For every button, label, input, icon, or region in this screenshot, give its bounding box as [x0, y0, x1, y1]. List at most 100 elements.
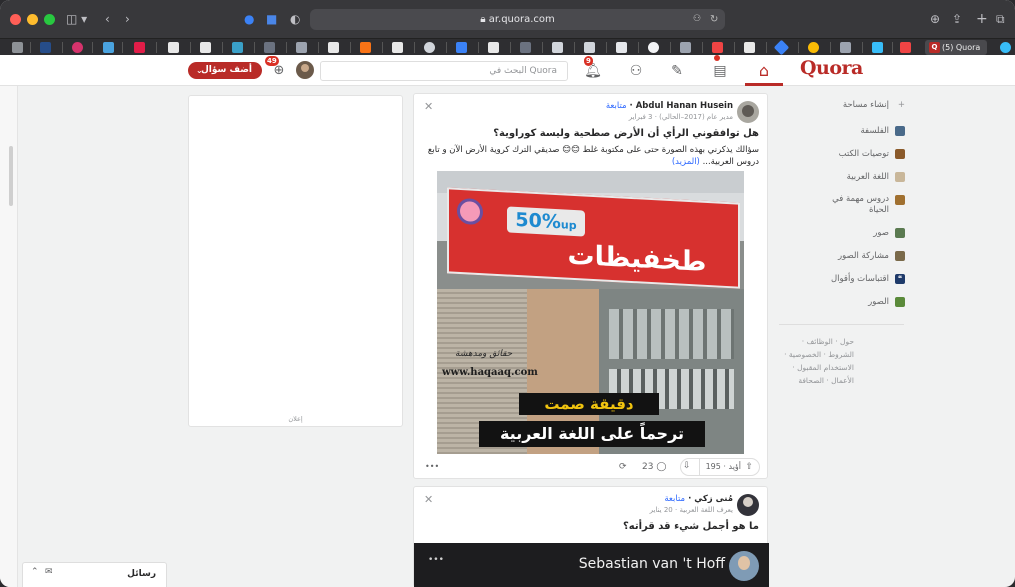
translate-icon[interactable]: ⚇	[693, 9, 701, 30]
tab-favicon[interactable]	[360, 42, 371, 53]
tab-favicon[interactable]	[456, 42, 467, 53]
tab-favicon[interactable]	[103, 42, 114, 53]
video-more-icon[interactable]: •••	[428, 555, 444, 565]
search-input[interactable]: البحث في Quora	[320, 61, 568, 81]
author-avatar[interactable]	[737, 101, 759, 123]
notes-extension-icon[interactable]: ■	[266, 10, 277, 28]
tab-favicon[interactable]	[773, 39, 790, 56]
sidebar-item-book-recommendations[interactable]: توصيات الكتب	[776, 144, 911, 164]
follow-link[interactable]: متابعة	[664, 494, 685, 504]
footer-line[interactable]: الشروط · الخصوصية ·	[776, 348, 854, 361]
url-text: ar.quora.com	[488, 14, 555, 25]
close-icon[interactable]: ✕	[424, 100, 433, 113]
add-question-button[interactable]: أضف سؤال ⌄	[188, 62, 262, 79]
tab-favicon[interactable]	[840, 42, 851, 53]
space-icon	[895, 297, 905, 307]
quora-logo[interactable]: Quora	[800, 57, 863, 79]
zoom-window-button[interactable]	[44, 14, 55, 25]
post-author[interactable]: مُنى زكي · متابعة	[664, 494, 733, 504]
github-tab-icon[interactable]	[488, 42, 499, 53]
banner-main-text: طخفيظات	[567, 239, 707, 278]
active-tab-quora[interactable]: Q (5) Quora	[925, 40, 987, 55]
spaces-icon[interactable]: ⚇	[625, 60, 647, 82]
footer-line[interactable]: حول · الوظائف ·	[776, 335, 854, 348]
sidebar-item-arabic-language[interactable]: اللغة العربية	[776, 167, 911, 187]
tab-favicon[interactable]	[134, 42, 145, 53]
github-tab-icon[interactable]	[168, 42, 179, 53]
github-tab-icon[interactable]	[744, 42, 755, 53]
new-tab-icon[interactable]: +	[976, 10, 988, 28]
tab-favicon[interactable]	[872, 42, 883, 53]
following-icon[interactable]: ▤	[709, 60, 731, 82]
tab-favicon[interactable]	[616, 42, 627, 53]
minimize-window-button[interactable]	[27, 14, 38, 25]
tab-favicon[interactable]	[40, 42, 51, 53]
share-repost-icon[interactable]: ⟳	[619, 459, 627, 475]
more-options-icon[interactable]: •••	[425, 459, 439, 475]
ad-container[interactable]: إعلان	[188, 95, 403, 427]
answer-image[interactable]: 50%up طخفيظات حقائق ومدهشة www.haqaaq.co…	[437, 171, 744, 454]
tab-favicon[interactable]	[232, 42, 243, 53]
sidebar-item-photo-sharing[interactable]: مشاركة الصور	[776, 246, 911, 266]
answer-excerpt[interactable]: سؤالك يذكرني بهذه الصورة حتى على مكتوبة …	[419, 144, 759, 168]
footer-line[interactable]: الأعمال · الصحافة	[776, 374, 854, 387]
close-icon[interactable]: ✕	[424, 493, 433, 506]
tab-favicon[interactable]	[520, 42, 531, 53]
globe-extension-icon[interactable]: ●	[244, 10, 254, 28]
share-icon[interactable]: ⇪	[952, 10, 962, 28]
sidebar-item-pictures[interactable]: صور	[776, 223, 911, 243]
github-tab-icon[interactable]	[328, 42, 339, 53]
privacy-shield-icon[interactable]: ◐	[290, 10, 300, 28]
github-tab-icon[interactable]	[200, 42, 211, 53]
compose-icon[interactable]: ✉	[45, 567, 53, 577]
author-avatar[interactable]	[737, 494, 759, 516]
tab-favicon[interactable]	[72, 42, 83, 53]
tab-favicon[interactable]	[680, 42, 691, 53]
downvote-button[interactable]: ⇩	[678, 458, 700, 476]
tab-favicon[interactable]	[424, 42, 435, 53]
question-title[interactable]: هل توافقوني الرأي أن الأرض صطحية وليسة ك…	[493, 128, 759, 139]
space-icon	[895, 251, 905, 261]
close-window-button[interactable]	[10, 14, 21, 25]
downloads-icon[interactable]: ⊕	[930, 10, 940, 28]
comments-button[interactable]: 23 ◯	[642, 459, 666, 475]
sidebar-toggle-icon[interactable]: ◫ ▾	[66, 10, 87, 28]
tab-favicon[interactable]	[648, 42, 659, 53]
chevron-up-icon[interactable]: ⌃	[31, 567, 39, 577]
address-bar[interactable]: 🔒︎ ar.quora.com ⚇ ↻	[310, 9, 725, 30]
youtube-tab-icon[interactable]	[712, 42, 723, 53]
forward-icon[interactable]: ›	[125, 10, 130, 28]
tab-favicon[interactable]	[900, 42, 911, 53]
author-name[interactable]: Abdul Hanan Husein	[636, 101, 733, 111]
back-icon[interactable]: ‹	[105, 10, 110, 28]
answer-icon[interactable]: ✎	[666, 60, 688, 82]
tab-favicon[interactable]	[12, 42, 23, 53]
question-title[interactable]: ما هو أجمل شيء قد قرأته؟	[623, 521, 759, 532]
tab-favicon[interactable]	[552, 42, 563, 53]
read-more-link[interactable]: (المزيد)	[672, 157, 700, 167]
tab-favicon[interactable]	[1000, 42, 1011, 53]
create-space-button[interactable]: + إنشاء مساحة	[776, 95, 911, 115]
footer-line[interactable]: الاستخدام المقبول ·	[776, 361, 854, 374]
scrollbar[interactable]	[9, 146, 13, 206]
sidebar-item-quotes[interactable]: ❝ اقتباسات وأقوال	[776, 269, 911, 289]
sidebar-item-life-lessons[interactable]: دروس مهمة في الحياة	[776, 190, 911, 220]
answer-excerpt-text: سؤالك يذكرني بهذه الصورة حتى على مكتوبة …	[427, 145, 759, 167]
video-preview[interactable]: ••• Sebastian van 't Hoff	[414, 543, 769, 587]
google-tab-icon[interactable]	[808, 42, 819, 53]
tab-overview-icon[interactable]: ⧉	[996, 10, 1005, 28]
home-icon[interactable]: ⌂	[753, 60, 775, 82]
tab-favicon[interactable]	[296, 42, 307, 53]
post-author[interactable]: Abdul Hanan Husein · متابعة	[606, 101, 733, 111]
tab-favicon[interactable]	[584, 42, 595, 53]
sidebar-item-philosophy[interactable]: الفلسفة	[776, 121, 911, 141]
avatar[interactable]	[296, 61, 314, 79]
notion-tab-icon[interactable]	[264, 42, 275, 53]
github-tab-icon[interactable]	[392, 42, 403, 53]
tab-divider	[254, 42, 255, 53]
sidebar-item-images[interactable]: الصور	[776, 292, 911, 312]
reload-icon[interactable]: ↻	[710, 9, 718, 30]
author-name[interactable]: مُنى زكي	[694, 494, 733, 504]
messages-panel[interactable]: ⌃ ✉ رسائل	[22, 562, 167, 587]
follow-link[interactable]: متابعة	[606, 101, 627, 111]
